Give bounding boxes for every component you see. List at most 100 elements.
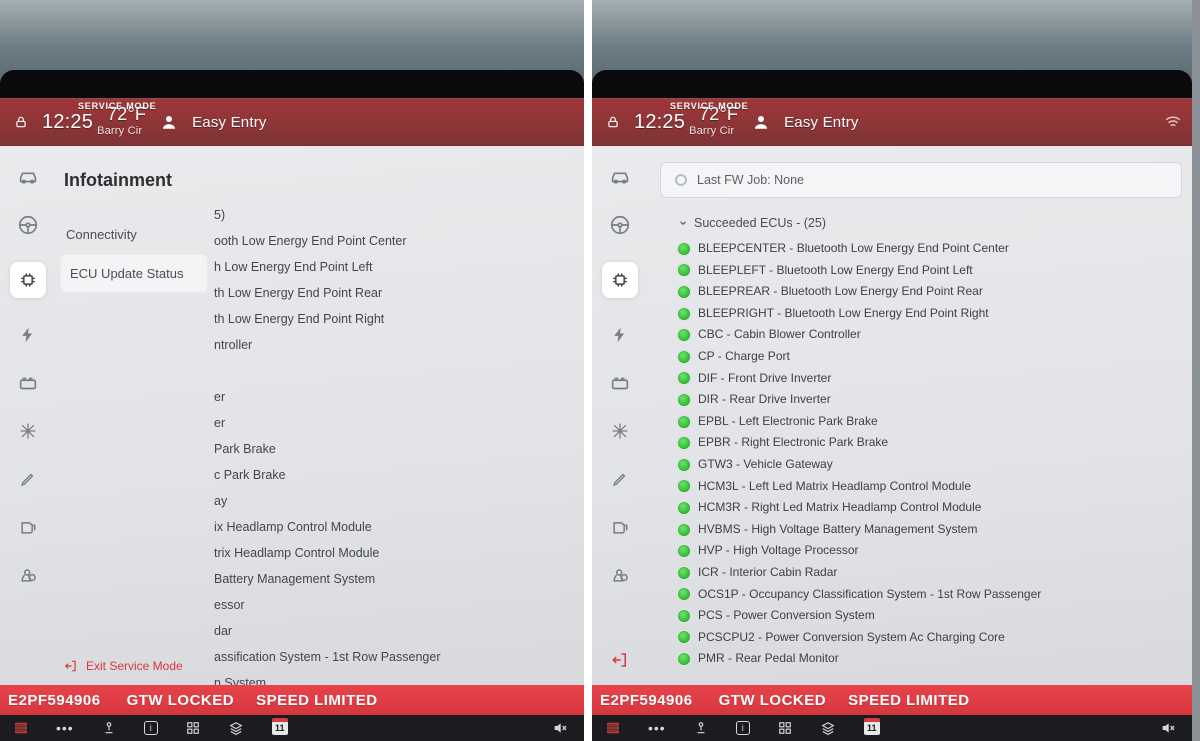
- service-mode-label: SERVICE MODE: [78, 101, 156, 111]
- ecu-row[interactable]: HCM3R - Right Led Matrix Headlamp Contro…: [660, 497, 1182, 519]
- dock-info-icon[interactable]: i: [736, 721, 750, 735]
- ecu-label: DIR - Rear Drive Inverter: [698, 392, 831, 408]
- warning-strip: E2PF594906 GTW LOCKED SPEED LIMITED: [0, 685, 584, 715]
- status-bar: SERVICE MODE 12:25 72°F Barry Cir Easy E…: [0, 98, 584, 146]
- dock-volume-mute-icon[interactable]: [1158, 718, 1178, 738]
- dock-more-icon[interactable]: •••: [648, 718, 666, 738]
- section-title: Succeeded ECUs - (25): [694, 216, 826, 230]
- sidebar-car-icon[interactable]: [17, 166, 39, 188]
- sidebar-battery-icon[interactable]: [17, 372, 39, 394]
- dock-joystick-icon[interactable]: [694, 718, 708, 738]
- ecu-row[interactable]: CBC - Cabin Blower Controller: [660, 324, 1182, 346]
- exit-service-mode[interactable]: Exit Service Mode: [56, 647, 212, 685]
- profile-icon[interactable]: [160, 113, 178, 131]
- clock: 12:25: [42, 111, 93, 134]
- ecu-row[interactable]: HCM3L - Left Led Matrix Headlamp Control…: [660, 476, 1182, 498]
- status-dot-green: [678, 308, 690, 320]
- ecu-row[interactable]: OCS1P - Occupancy Classification System …: [660, 584, 1182, 606]
- ecu-row[interactable]: EPBR - Right Electronic Park Brake: [660, 432, 1182, 454]
- ecu-row[interactable]: PCS - Power Conversion System: [660, 605, 1182, 627]
- ecu-label: BLEEPLEFT - Bluetooth Low Energy End Poi…: [698, 263, 973, 279]
- sidebar-fluid-icon[interactable]: [609, 516, 631, 538]
- profile-icon[interactable]: [752, 113, 770, 131]
- last-fw-job: Last FW Job: None: [660, 162, 1182, 198]
- ecu-line-partial: dar: [214, 618, 574, 644]
- sidebar-exit-icon[interactable]: [609, 649, 631, 671]
- ecu-row[interactable]: GTW3 - Vehicle Gateway: [660, 454, 1182, 476]
- clock: 12:25: [634, 111, 685, 134]
- profile-name[interactable]: Easy Entry: [784, 114, 859, 131]
- ecu-label: HCM3L - Left Led Matrix Headlamp Control…: [698, 479, 971, 495]
- sidebar-fluid-icon[interactable]: [17, 516, 39, 538]
- ecu-row[interactable]: BLEEPCENTER - Bluetooth Low Energy End P…: [660, 238, 1182, 260]
- sidebar-airbag-icon[interactable]: [609, 564, 631, 586]
- profile-name[interactable]: Easy Entry: [192, 114, 267, 131]
- bottom-dock: ••• i 11: [592, 715, 1192, 741]
- dock-menu-icon[interactable]: [606, 718, 620, 738]
- street-name: Barry Cir: [689, 125, 734, 137]
- dock-calendar-icon[interactable]: 11: [272, 721, 288, 735]
- sidebar-battery-icon[interactable]: [609, 372, 631, 394]
- sidebar-car-icon[interactable]: [609, 166, 631, 188]
- status-dot-green: [678, 610, 690, 622]
- status-dot-green: [678, 351, 690, 363]
- side-rail: [0, 146, 56, 685]
- ecu-row[interactable]: PMR - Rear Pedal Monitor: [660, 648, 1182, 670]
- ecu-line-partial: ooth Low Energy End Point Center: [214, 228, 574, 254]
- status-dot-green: [678, 545, 690, 557]
- ecu-label: EPBL - Left Electronic Park Brake: [698, 414, 878, 430]
- status-bar: SERVICE MODE 12:25 72°F Barry Cir Easy E…: [592, 98, 1192, 146]
- ecu-line-partial: th Low Energy End Point Rear: [214, 280, 574, 306]
- warning-strip: E2PF594906 GTW LOCKED SPEED LIMITED: [592, 685, 1192, 715]
- dock-layers-icon[interactable]: [820, 718, 836, 738]
- status-dot-green: [678, 588, 690, 600]
- dock-grid-icon[interactable]: [778, 718, 792, 738]
- subnav-ecu-update-status[interactable]: ECU Update Status: [60, 254, 208, 293]
- ecu-row[interactable]: BLEEPLEFT - Bluetooth Low Energy End Poi…: [660, 260, 1182, 282]
- dock-grid-icon[interactable]: [186, 718, 200, 738]
- ecu-line-partial: ix Headlamp Control Module: [214, 514, 574, 540]
- sidebar-chip-icon[interactable]: [10, 262, 46, 298]
- ecu-row[interactable]: BLEEPREAR - Bluetooth Low Energy End Poi…: [660, 281, 1182, 303]
- ecu-row[interactable]: ICR - Interior Cabin Radar: [660, 562, 1182, 584]
- ecu-row[interactable]: CP - Charge Port: [660, 346, 1182, 368]
- ecu-row[interactable]: BLEEPRIGHT - Bluetooth Low Energy End Po…: [660, 303, 1182, 325]
- ecu-line-partial: th Low Energy End Point Right: [214, 306, 574, 332]
- succeeded-ecus-header[interactable]: Succeeded ECUs - (25): [678, 216, 1182, 230]
- dock-calendar-icon[interactable]: 11: [864, 721, 880, 735]
- ecu-label: PCS - Power Conversion System: [698, 608, 875, 624]
- status-dot-green: [678, 567, 690, 579]
- sidebar-pencil-icon[interactable]: [17, 468, 39, 490]
- dock-joystick-icon[interactable]: [102, 718, 116, 738]
- status-dot-green: [678, 653, 690, 665]
- ecu-label: HVBMS - High Voltage Battery Management …: [698, 522, 977, 538]
- sidebar-climate-icon[interactable]: [609, 420, 631, 442]
- sidebar-chip-icon[interactable]: [602, 262, 638, 298]
- dock-volume-mute-icon[interactable]: [550, 718, 570, 738]
- sidebar-bolt-icon[interactable]: [609, 324, 631, 346]
- ecu-line-partial: trix Headlamp Control Module: [214, 540, 574, 566]
- dock-menu-icon[interactable]: [14, 718, 28, 738]
- sidebar-bolt-icon[interactable]: [17, 324, 39, 346]
- sidebar-climate-icon[interactable]: [17, 420, 39, 442]
- ecu-row[interactable]: EPBL - Left Electronic Park Brake: [660, 411, 1182, 433]
- ecu-row[interactable]: PCSCPU2 - Power Conversion System Ac Cha…: [660, 627, 1182, 649]
- lock-icon: [606, 115, 620, 129]
- status-dot-green: [678, 394, 690, 406]
- sub-nav: Infotainment Connectivity ECU Update Sta…: [56, 146, 212, 685]
- ecu-line-partial: Park Brake: [214, 436, 574, 462]
- dock-info-icon[interactable]: i: [144, 721, 158, 735]
- dock-layers-icon[interactable]: [228, 718, 244, 738]
- dock-more-icon[interactable]: •••: [56, 718, 74, 738]
- ecu-row[interactable]: DIF - Front Drive Inverter: [660, 368, 1182, 390]
- ecu-row[interactable]: DIR - Rear Drive Inverter: [660, 389, 1182, 411]
- gtw-locked: GTW LOCKED: [127, 692, 235, 709]
- sidebar-steering-icon[interactable]: [609, 214, 631, 236]
- sidebar-steering-icon[interactable]: [17, 214, 39, 236]
- subnav-connectivity[interactable]: Connectivity: [56, 215, 212, 254]
- ecu-row[interactable]: HVBMS - High Voltage Battery Management …: [660, 519, 1182, 541]
- sidebar-airbag-icon[interactable]: [17, 564, 39, 586]
- ecu-row[interactable]: HVP - High Voltage Processor: [660, 540, 1182, 562]
- status-dot-green: [678, 631, 690, 643]
- sidebar-pencil-icon[interactable]: [609, 468, 631, 490]
